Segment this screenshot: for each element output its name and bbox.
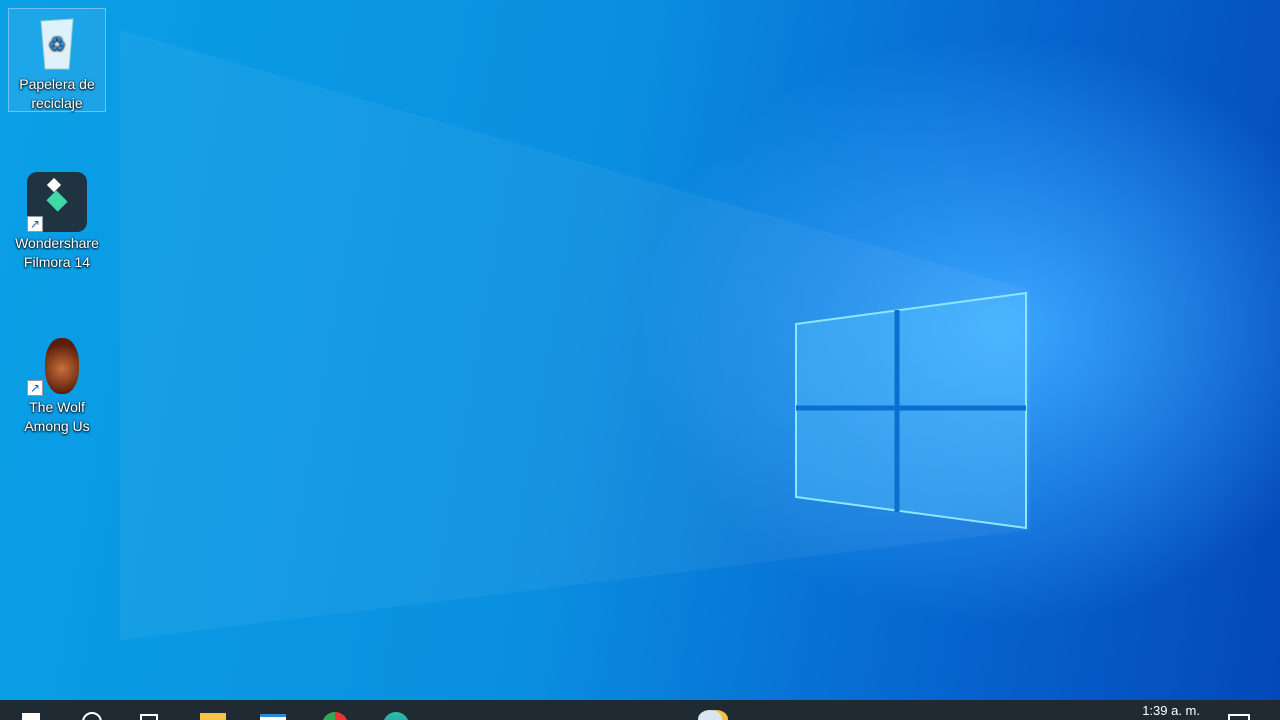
icon-label: Filmora 14: [23, 254, 91, 270]
search-icon[interactable]: [80, 708, 108, 720]
clock[interactable]: 1:39 a. m.: [1142, 703, 1200, 718]
weather-icon[interactable]: [698, 708, 726, 720]
desktop-icon-filmora[interactable]: ↗ Wondershare Filmora 14: [8, 172, 106, 272]
icon-label: Wondershare: [15, 235, 99, 251]
svg-text:♻: ♻: [48, 34, 66, 56]
icon-label: Papelera de: [19, 76, 95, 92]
filmora-icon: ↗: [27, 172, 87, 232]
shortcut-arrow-icon: ↗: [27, 380, 43, 396]
icon-label: reciclaje: [31, 95, 83, 111]
task-view-icon[interactable]: [136, 708, 164, 720]
store-icon[interactable]: [260, 708, 288, 720]
shortcut-arrow-icon: ↗: [27, 216, 43, 232]
file-explorer-icon[interactable]: [200, 708, 228, 720]
desktop-icon-wolf-among-us[interactable]: ↗ The Wolf Among Us: [8, 336, 106, 436]
start-button[interactable]: [18, 708, 46, 720]
wolf-among-us-icon: ↗: [27, 336, 87, 396]
taskbar: 1:39 a. m.: [0, 700, 1280, 720]
icon-label: Among Us: [24, 418, 90, 434]
notifications-icon[interactable]: [1226, 708, 1254, 720]
icon-label: The Wolf: [29, 399, 85, 415]
recycle-bin-icon: ♻: [27, 13, 87, 73]
edge-icon[interactable]: [383, 708, 411, 720]
chrome-icon[interactable]: [322, 708, 350, 720]
windows-logo-wallpaper: [120, 30, 1030, 640]
desktop-icon-recycle-bin[interactable]: ♻ Papelera de reciclaje: [8, 8, 106, 112]
